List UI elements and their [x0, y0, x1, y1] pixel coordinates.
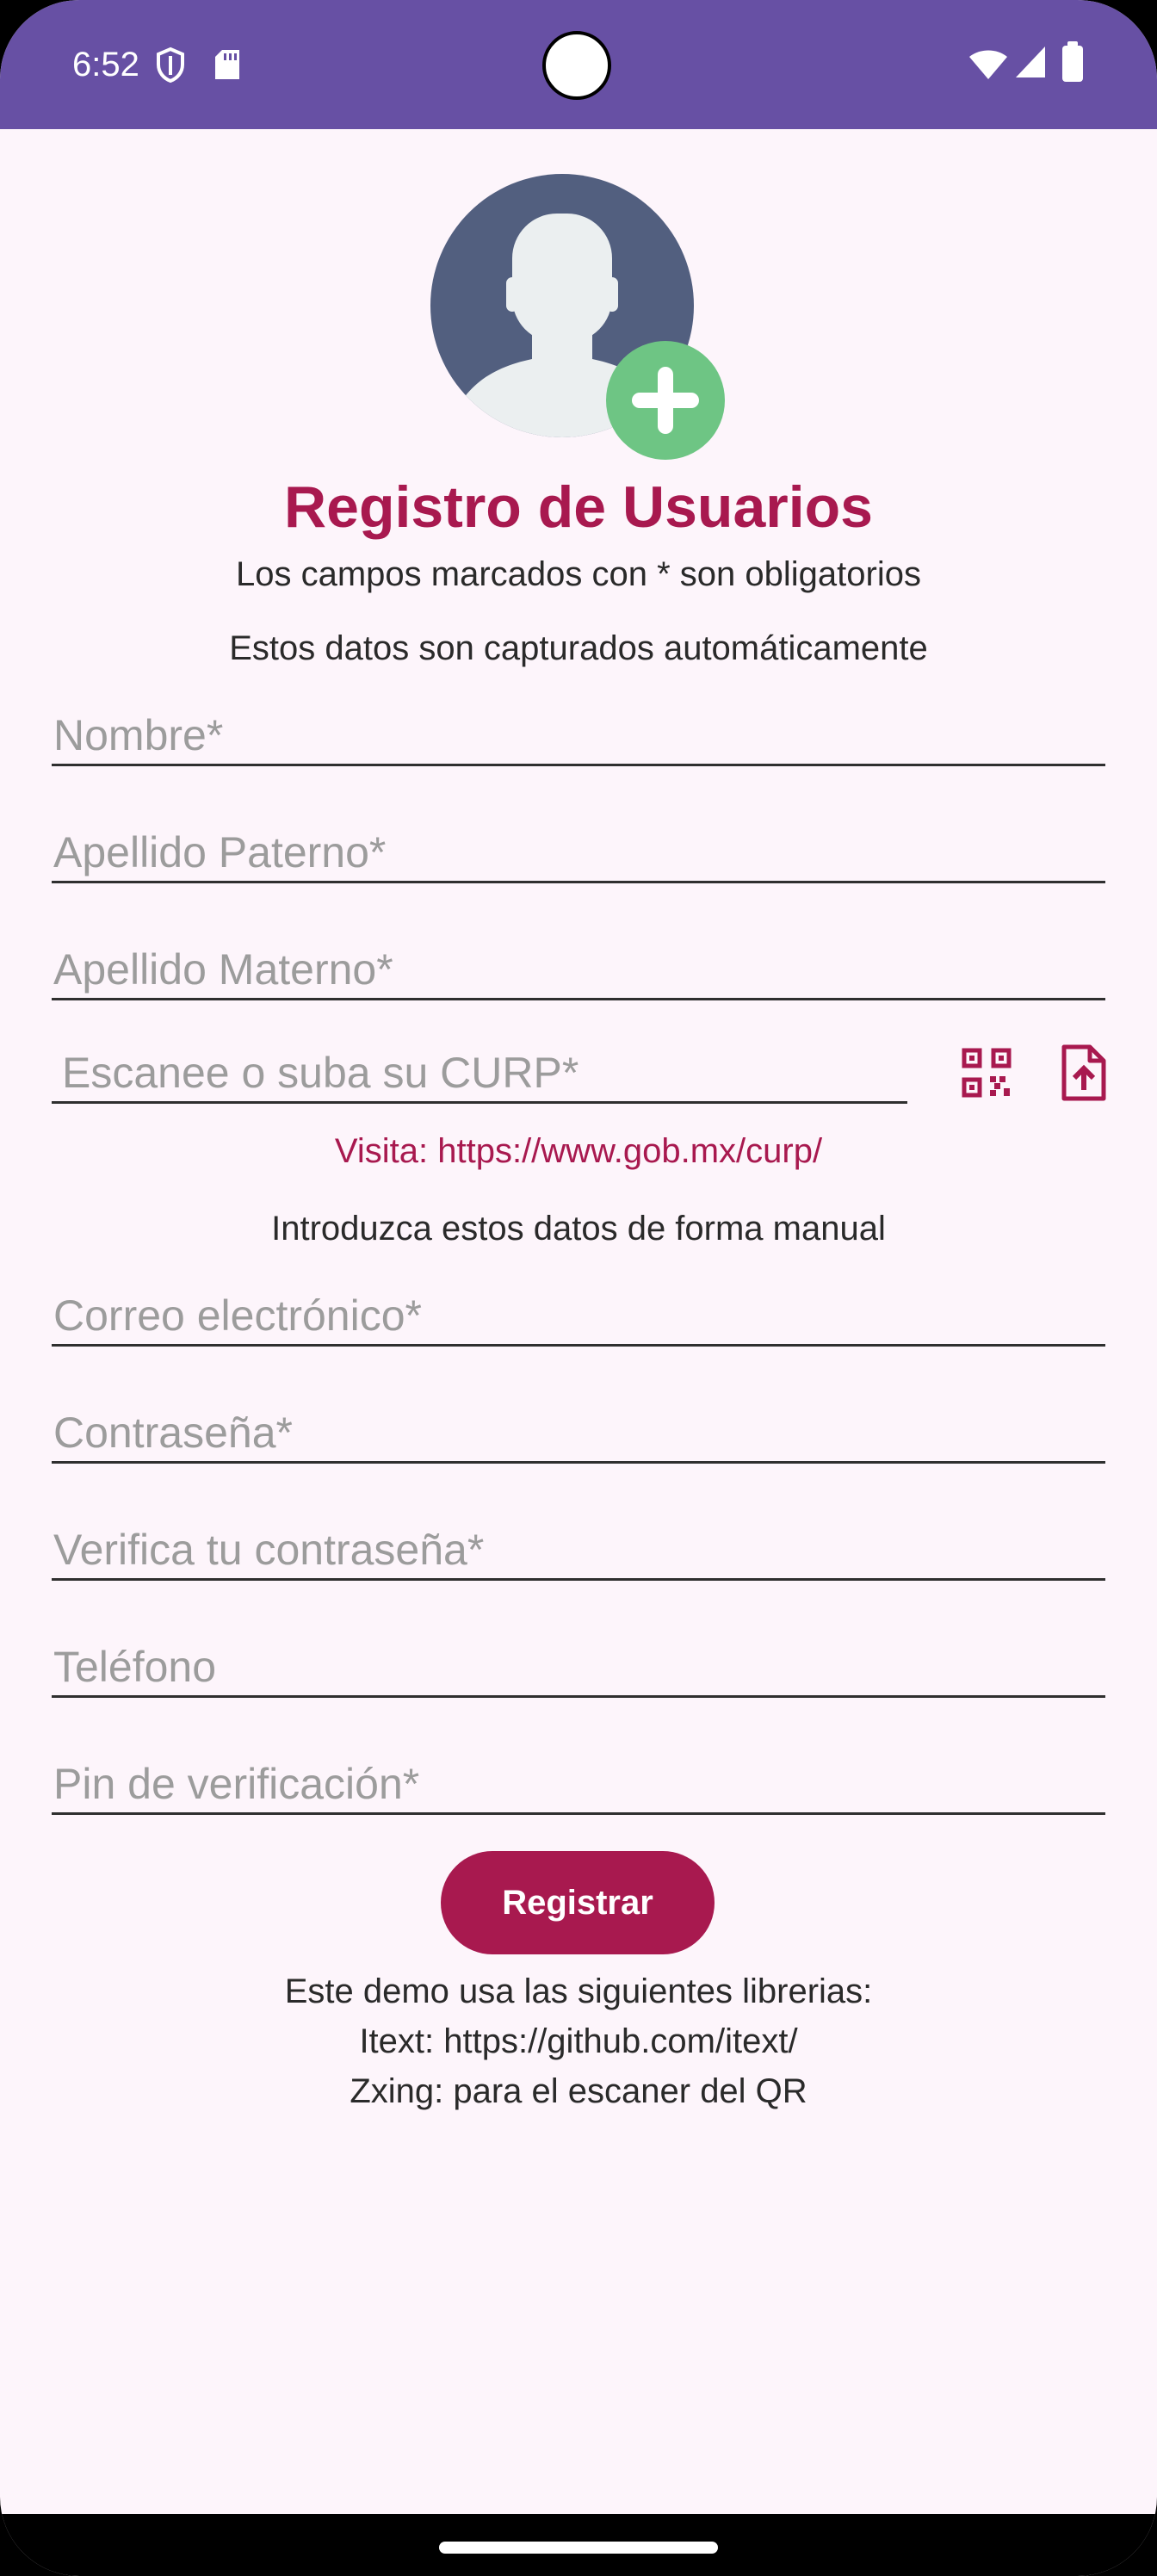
file-upload-icon[interactable]	[1059, 1043, 1109, 1102]
curp-input[interactable]	[60, 1048, 899, 1098]
status-time: 6:52	[72, 46, 139, 84]
wifi-icon	[969, 50, 1007, 79]
telefono-input[interactable]	[52, 1642, 1109, 1692]
manual-note: Introduzca estos datos de forma manual	[271, 1210, 886, 1248]
verifica-contrasena-input[interactable]	[52, 1525, 1109, 1575]
sd-card-icon	[215, 50, 239, 79]
footer-itext-line: Itext: https://github.com/itext/	[359, 2022, 798, 2060]
verifica-contrasena-field[interactable]	[52, 1512, 1109, 1581]
apellido-paterno-field[interactable]	[52, 814, 1109, 883]
apellido-materno-input[interactable]	[52, 944, 1109, 994]
add-photo-icon	[632, 367, 699, 434]
auto-captured-note: Estos datos son capturados automáticamen…	[229, 629, 928, 667]
nombre-field[interactable]	[52, 697, 1109, 766]
home-gesture-handle[interactable]	[439, 2542, 718, 2554]
shield-icon	[157, 46, 184, 83]
apellido-paterno-input[interactable]	[52, 827, 1109, 877]
signal-icon	[1016, 46, 1045, 77]
battery-icon	[1062, 41, 1083, 82]
apellido-materno-field[interactable]	[52, 932, 1109, 1000]
required-note: Los campos marcados con * son obligatori…	[236, 555, 921, 593]
screen: 6:52 Registro de Usuarios Los campos mar…	[0, 0, 1157, 2576]
footer-libraries-line: Este demo usa las siguientes librerias:	[284, 1972, 873, 2010]
contrasena-input[interactable]	[52, 1408, 1109, 1458]
pin-input[interactable]	[52, 1759, 1109, 1809]
register-button[interactable]: Registrar	[441, 1851, 715, 1954]
telefono-field[interactable]	[52, 1629, 1109, 1698]
contrasena-field[interactable]	[52, 1395, 1109, 1464]
page-title: Registro de Usuarios	[284, 474, 873, 540]
front-camera	[542, 31, 611, 100]
pin-field[interactable]	[52, 1746, 1109, 1815]
correo-field[interactable]	[52, 1278, 1109, 1347]
avatar-picker[interactable]	[430, 174, 732, 467]
add-photo-button[interactable]	[606, 341, 725, 460]
curp-link[interactable]: Visita: https://www.gob.mx/curp/	[0, 1130, 1157, 1173]
nombre-input[interactable]	[52, 710, 1109, 760]
footer-zxing-line: Zxing: para el escaner del QR	[350, 2072, 807, 2110]
curp-field[interactable]	[52, 1035, 907, 1104]
correo-input[interactable]	[52, 1291, 1109, 1341]
qr-scan-icon[interactable]	[959, 1045, 1014, 1100]
